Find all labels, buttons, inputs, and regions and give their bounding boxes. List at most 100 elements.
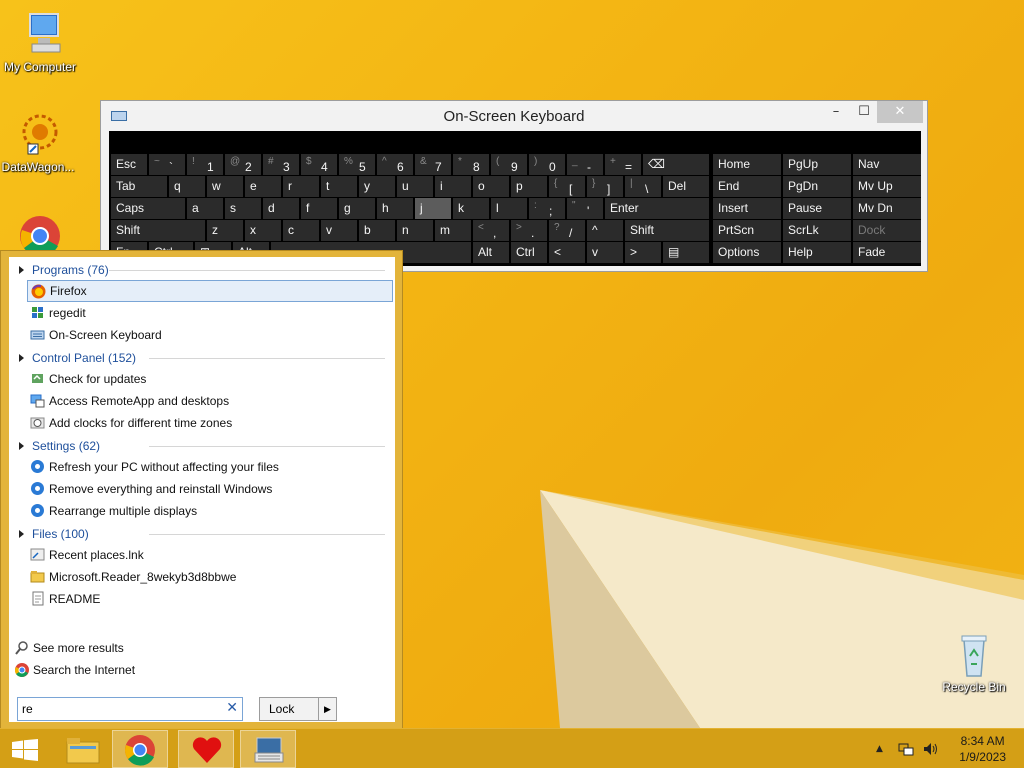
desktop-icon-datawagon[interactable]: DataWagon...	[0, 110, 78, 174]
desktop-icon-recycle-bin[interactable]: Recycle Bin	[934, 630, 1014, 694]
key-caps[interactable]: Caps	[111, 198, 185, 219]
key-c[interactable]: c	[283, 220, 319, 241]
search-result-item[interactable]: regedit	[27, 302, 393, 324]
osk-taskbar-button[interactable]	[240, 730, 296, 768]
key-tab[interactable]: Tab	[111, 176, 167, 197]
key-x[interactable]: x	[245, 220, 281, 241]
show-hidden-icons-button[interactable]: ▲	[876, 744, 883, 754]
key-d[interactable]: d	[263, 198, 299, 219]
key-r1k12[interactable]: }]	[587, 176, 623, 197]
search-result-item[interactable]: Remove everything and reinstall Windows	[27, 478, 393, 500]
key-pgup[interactable]: PgUp	[783, 154, 851, 175]
key-9[interactable]: (9	[491, 154, 527, 175]
key-7[interactable]: & 7	[415, 154, 451, 175]
key-ctrl[interactable]: Ctrl	[511, 242, 547, 263]
key-6[interactable]: ^ 6	[377, 154, 413, 175]
close-button[interactable]: ✕	[877, 101, 923, 123]
search-result-item[interactable]: Rearrange multiple displays	[27, 500, 393, 522]
key-end[interactable]: End	[713, 176, 781, 197]
desktop-chrome-icon[interactable]	[18, 214, 62, 250]
key-mv-dn[interactable]: Mv Dn	[853, 198, 921, 219]
key-4[interactable]: $4	[301, 154, 337, 175]
key-options[interactable]: Options	[713, 242, 781, 263]
key-r4k7[interactable]: <	[549, 242, 585, 263]
search-result-item[interactable]: Microsoft.Reader_8wekyb3d8bbwe	[27, 566, 393, 588]
key-w[interactable]: w	[207, 176, 243, 197]
network-icon[interactable]	[898, 741, 914, 757]
key-r3k8[interactable]: <,	[473, 220, 509, 241]
group-header[interactable]: Files (100)	[19, 527, 89, 541]
key-s[interactable]: s	[225, 198, 261, 219]
group-header[interactable]: Settings (62)	[19, 439, 100, 453]
key-q[interactable]: q	[169, 176, 205, 197]
key-shift[interactable]: Shift	[625, 220, 709, 241]
search-input[interactable]	[18, 698, 218, 720]
key-fade[interactable]: Fade	[853, 242, 921, 263]
key-prtscn[interactable]: PrtScn	[713, 220, 781, 241]
key-g[interactable]: g	[339, 198, 375, 219]
key-8[interactable]: * 8	[453, 154, 489, 175]
key-h[interactable]: h	[377, 198, 413, 219]
key-r0k13[interactable]: + =	[605, 154, 641, 175]
group-header[interactable]: Control Panel (152)	[19, 351, 136, 365]
search-result-item[interactable]: On-Screen Keyboard	[27, 324, 393, 346]
key-r1k11[interactable]: {[	[549, 176, 585, 197]
key-r4k10[interactable]: ▤	[663, 242, 709, 263]
key-r3k11[interactable]: ^	[587, 220, 623, 241]
chrome-taskbar-button[interactable]	[112, 730, 168, 768]
key-2[interactable]: @2	[225, 154, 261, 175]
key-scrlk[interactable]: ScrLk	[783, 220, 851, 241]
key-pause[interactable]: Pause	[783, 198, 851, 219]
key-r0k12[interactable]: _ -	[567, 154, 603, 175]
key-r3k10[interactable]: ? /	[549, 220, 585, 241]
key-e[interactable]: e	[245, 176, 281, 197]
key-l[interactable]: l	[491, 198, 527, 219]
key-i[interactable]: i	[435, 176, 471, 197]
key-k[interactable]: k	[453, 198, 489, 219]
key-b[interactable]: b	[359, 220, 395, 241]
key-home[interactable]: Home	[713, 154, 781, 175]
key-help[interactable]: Help	[783, 242, 851, 263]
see-more-results-link[interactable]: See more results	[15, 638, 124, 658]
lock-button[interactable]: Lock ▶	[259, 697, 337, 721]
key-r0k14[interactable]: ⌫	[643, 154, 709, 175]
key-n[interactable]: n	[397, 220, 433, 241]
osk-titlebar[interactable]: On-Screen Keyboard – ☐ ✕	[101, 101, 927, 131]
key-r2k11[interactable]: " '	[567, 198, 603, 219]
key-1[interactable]: ! 1	[187, 154, 223, 175]
key-o[interactable]: o	[473, 176, 509, 197]
key-z[interactable]: z	[207, 220, 243, 241]
key-r1k13[interactable]: | \	[625, 176, 661, 197]
key-r4k9[interactable]: >	[625, 242, 661, 263]
start-button[interactable]	[0, 730, 56, 768]
maximize-button[interactable]: ☐	[847, 101, 881, 123]
key-r3k9[interactable]: >.	[511, 220, 547, 241]
key-del[interactable]: Del	[663, 176, 709, 197]
key-shift[interactable]: Shift	[111, 220, 205, 241]
key-m[interactable]: m	[435, 220, 471, 241]
search-result-item[interactable]: Firefox	[27, 280, 393, 302]
search-result-item[interactable]: Add clocks for different time zones	[27, 412, 393, 434]
osk-window[interactable]: On-Screen Keyboard – ☐ ✕ Esc ~ `! 1 @2 #3 $4% 5…	[100, 100, 928, 272]
search-result-item[interactable]: Check for updates	[27, 368, 393, 390]
desktop-icon-my-computer[interactable]: My Computer	[0, 10, 80, 74]
key-y[interactable]: y	[359, 176, 395, 197]
heart-app-taskbar-button[interactable]	[178, 730, 234, 768]
key-insert[interactable]: Insert	[713, 198, 781, 219]
key-r0k1[interactable]: ~ `	[149, 154, 185, 175]
key-j[interactable]: j	[415, 198, 451, 219]
clear-search-button[interactable]: ✕	[226, 700, 238, 716]
key-enter[interactable]: Enter	[605, 198, 709, 219]
key-r[interactable]: r	[283, 176, 319, 197]
key-p[interactable]: p	[511, 176, 547, 197]
group-header[interactable]: Programs (76)	[19, 263, 109, 277]
search-result-item[interactable]: Access RemoteApp and desktops	[27, 390, 393, 412]
key-5[interactable]: % 5	[339, 154, 375, 175]
search-result-item[interactable]: Refresh your PC without affecting your f…	[27, 456, 393, 478]
key-t[interactable]: t	[321, 176, 357, 197]
key-dock[interactable]: Dock	[853, 220, 921, 241]
key-v[interactable]: v	[321, 220, 357, 241]
lock-options-arrow[interactable]: ▶	[318, 698, 336, 720]
search-box[interactable]: ✕	[17, 697, 243, 721]
key-a[interactable]: a	[187, 198, 223, 219]
